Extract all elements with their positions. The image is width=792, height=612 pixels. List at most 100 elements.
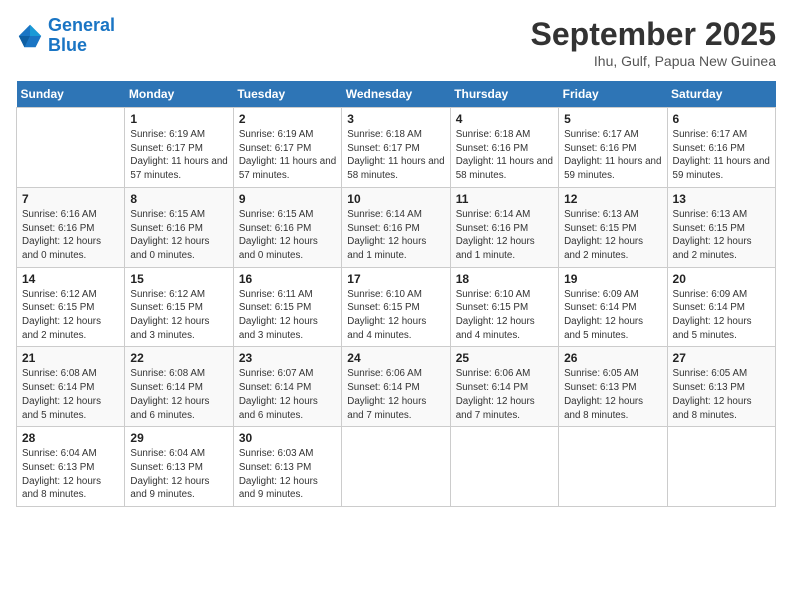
- sunset-time: Sunset: 6:13 PM: [239, 462, 311, 473]
- sunset-time: Sunset: 6:15 PM: [239, 302, 311, 313]
- day-number: 9: [239, 192, 336, 206]
- sunset-time: Sunset: 6:14 PM: [564, 302, 636, 313]
- title-block: September 2025 Ihu, Gulf, Papua New Guin…: [531, 16, 776, 69]
- sunrise-time: Sunrise: 6:18 AM: [347, 129, 422, 140]
- sunrise-time: Sunrise: 6:19 AM: [239, 129, 314, 140]
- calendar-cell: 18 Sunrise: 6:10 AM Sunset: 6:15 PM Dayl…: [450, 267, 558, 347]
- day-number: 6: [673, 112, 770, 126]
- daylight-hours: Daylight: 12 hours and 0 minutes.: [22, 236, 101, 261]
- weekday-header-row: SundayMondayTuesdayWednesdayThursdayFrid…: [17, 81, 776, 108]
- daylight-hours: Daylight: 12 hours and 5 minutes.: [564, 316, 643, 341]
- day-number: 19: [564, 272, 661, 286]
- day-info: Sunrise: 6:13 AM Sunset: 6:15 PM Dayligh…: [673, 208, 770, 263]
- calendar-cell: 29 Sunrise: 6:04 AM Sunset: 6:13 PM Dayl…: [125, 427, 233, 507]
- calendar-cell: 27 Sunrise: 6:05 AM Sunset: 6:13 PM Dayl…: [667, 347, 775, 427]
- weekday-header-wednesday: Wednesday: [342, 81, 450, 108]
- day-number: 27: [673, 351, 770, 365]
- sunrise-time: Sunrise: 6:06 AM: [456, 368, 531, 379]
- daylight-hours: Daylight: 11 hours and 57 minutes.: [239, 156, 336, 181]
- calendar-cell: 9 Sunrise: 6:15 AM Sunset: 6:16 PM Dayli…: [233, 187, 341, 267]
- sunrise-time: Sunrise: 6:14 AM: [347, 209, 422, 220]
- sunrise-time: Sunrise: 6:08 AM: [130, 368, 205, 379]
- day-info: Sunrise: 6:03 AM Sunset: 6:13 PM Dayligh…: [239, 447, 336, 502]
- day-info: Sunrise: 6:16 AM Sunset: 6:16 PM Dayligh…: [22, 208, 119, 263]
- daylight-hours: Daylight: 12 hours and 3 minutes.: [239, 316, 318, 341]
- calendar-cell: [559, 427, 667, 507]
- calendar-cell: 15 Sunrise: 6:12 AM Sunset: 6:15 PM Dayl…: [125, 267, 233, 347]
- daylight-hours: Daylight: 12 hours and 4 minutes.: [347, 316, 426, 341]
- day-number: 2: [239, 112, 336, 126]
- sunrise-time: Sunrise: 6:04 AM: [22, 448, 97, 459]
- day-number: 3: [347, 112, 444, 126]
- sunset-time: Sunset: 6:15 PM: [347, 302, 419, 313]
- sunrise-time: Sunrise: 6:13 AM: [564, 209, 639, 220]
- logo-text: General Blue: [48, 16, 115, 56]
- calendar-cell: 13 Sunrise: 6:13 AM Sunset: 6:15 PM Dayl…: [667, 187, 775, 267]
- calendar-week-row: 21 Sunrise: 6:08 AM Sunset: 6:14 PM Dayl…: [17, 347, 776, 427]
- day-number: 14: [22, 272, 119, 286]
- sunrise-time: Sunrise: 6:18 AM: [456, 129, 531, 140]
- calendar-cell: 22 Sunrise: 6:08 AM Sunset: 6:14 PM Dayl…: [125, 347, 233, 427]
- daylight-hours: Daylight: 12 hours and 5 minutes.: [22, 396, 101, 421]
- calendar-cell: 28 Sunrise: 6:04 AM Sunset: 6:13 PM Dayl…: [17, 427, 125, 507]
- daylight-hours: Daylight: 11 hours and 58 minutes.: [456, 156, 553, 181]
- sunset-time: Sunset: 6:15 PM: [673, 223, 745, 234]
- day-info: Sunrise: 6:05 AM Sunset: 6:13 PM Dayligh…: [673, 367, 770, 422]
- daylight-hours: Daylight: 12 hours and 9 minutes.: [130, 476, 209, 501]
- sunset-time: Sunset: 6:15 PM: [130, 302, 202, 313]
- day-number: 17: [347, 272, 444, 286]
- sunset-time: Sunset: 6:16 PM: [564, 143, 636, 154]
- sunrise-time: Sunrise: 6:09 AM: [673, 289, 748, 300]
- daylight-hours: Daylight: 12 hours and 2 minutes.: [564, 236, 643, 261]
- calendar-cell: 16 Sunrise: 6:11 AM Sunset: 6:15 PM Dayl…: [233, 267, 341, 347]
- daylight-hours: Daylight: 11 hours and 59 minutes.: [673, 156, 770, 181]
- daylight-hours: Daylight: 12 hours and 7 minutes.: [456, 396, 535, 421]
- day-number: 29: [130, 431, 227, 445]
- logo: General Blue: [16, 16, 115, 56]
- day-number: 10: [347, 192, 444, 206]
- daylight-hours: Daylight: 12 hours and 4 minutes.: [456, 316, 535, 341]
- calendar-cell: 10 Sunrise: 6:14 AM Sunset: 6:16 PM Dayl…: [342, 187, 450, 267]
- day-info: Sunrise: 6:07 AM Sunset: 6:14 PM Dayligh…: [239, 367, 336, 422]
- sunrise-time: Sunrise: 6:04 AM: [130, 448, 205, 459]
- day-number: 21: [22, 351, 119, 365]
- day-number: 22: [130, 351, 227, 365]
- sunset-time: Sunset: 6:15 PM: [456, 302, 528, 313]
- calendar-table: SundayMondayTuesdayWednesdayThursdayFrid…: [16, 81, 776, 507]
- sunrise-time: Sunrise: 6:15 AM: [130, 209, 205, 220]
- sunrise-time: Sunrise: 6:09 AM: [564, 289, 639, 300]
- day-info: Sunrise: 6:18 AM Sunset: 6:16 PM Dayligh…: [456, 128, 553, 183]
- sunset-time: Sunset: 6:16 PM: [673, 143, 745, 154]
- day-number: 25: [456, 351, 553, 365]
- calendar-cell: 21 Sunrise: 6:08 AM Sunset: 6:14 PM Dayl…: [17, 347, 125, 427]
- sunrise-time: Sunrise: 6:07 AM: [239, 368, 314, 379]
- weekday-header-sunday: Sunday: [17, 81, 125, 108]
- day-info: Sunrise: 6:19 AM Sunset: 6:17 PM Dayligh…: [239, 128, 336, 183]
- calendar-cell: 6 Sunrise: 6:17 AM Sunset: 6:16 PM Dayli…: [667, 108, 775, 188]
- sunset-time: Sunset: 6:14 PM: [239, 382, 311, 393]
- sunset-time: Sunset: 6:16 PM: [22, 223, 94, 234]
- sunrise-time: Sunrise: 6:17 AM: [673, 129, 748, 140]
- calendar-cell: 8 Sunrise: 6:15 AM Sunset: 6:16 PM Dayli…: [125, 187, 233, 267]
- calendar-week-row: 14 Sunrise: 6:12 AM Sunset: 6:15 PM Dayl…: [17, 267, 776, 347]
- day-info: Sunrise: 6:06 AM Sunset: 6:14 PM Dayligh…: [456, 367, 553, 422]
- day-info: Sunrise: 6:08 AM Sunset: 6:14 PM Dayligh…: [130, 367, 227, 422]
- sunrise-time: Sunrise: 6:03 AM: [239, 448, 314, 459]
- sunset-time: Sunset: 6:14 PM: [673, 302, 745, 313]
- day-number: 13: [673, 192, 770, 206]
- day-number: 24: [347, 351, 444, 365]
- daylight-hours: Daylight: 12 hours and 6 minutes.: [239, 396, 318, 421]
- sunrise-time: Sunrise: 6:14 AM: [456, 209, 531, 220]
- calendar-cell: 25 Sunrise: 6:06 AM Sunset: 6:14 PM Dayl…: [450, 347, 558, 427]
- calendar-cell: 23 Sunrise: 6:07 AM Sunset: 6:14 PM Dayl…: [233, 347, 341, 427]
- sunset-time: Sunset: 6:14 PM: [22, 382, 94, 393]
- day-info: Sunrise: 6:10 AM Sunset: 6:15 PM Dayligh…: [456, 288, 553, 343]
- calendar-cell: 3 Sunrise: 6:18 AM Sunset: 6:17 PM Dayli…: [342, 108, 450, 188]
- day-info: Sunrise: 6:15 AM Sunset: 6:16 PM Dayligh…: [239, 208, 336, 263]
- sunset-time: Sunset: 6:13 PM: [673, 382, 745, 393]
- day-info: Sunrise: 6:11 AM Sunset: 6:15 PM Dayligh…: [239, 288, 336, 343]
- sunset-time: Sunset: 6:16 PM: [456, 223, 528, 234]
- weekday-header-friday: Friday: [559, 81, 667, 108]
- day-info: Sunrise: 6:08 AM Sunset: 6:14 PM Dayligh…: [22, 367, 119, 422]
- sunrise-time: Sunrise: 6:12 AM: [130, 289, 205, 300]
